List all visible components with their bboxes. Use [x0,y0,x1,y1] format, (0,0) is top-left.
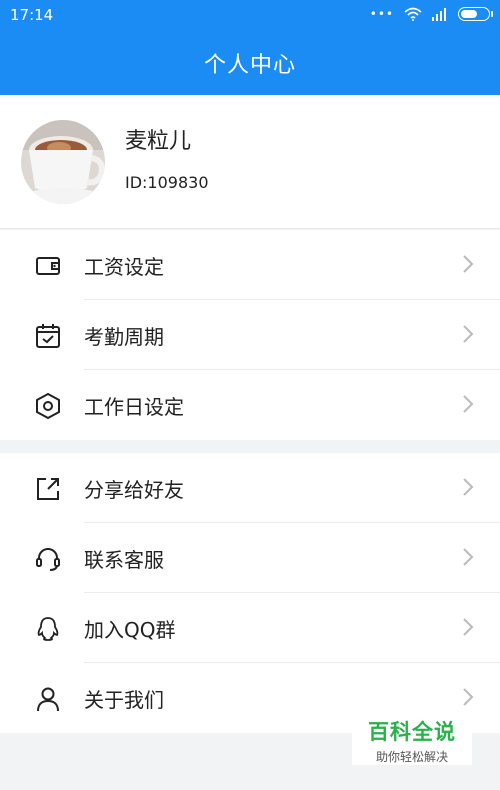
menu-item-label: 加入QQ群 [84,617,176,642]
coffee-cup-image [21,120,105,204]
avatar[interactable] [21,120,105,204]
profile-id: ID:109830 [125,173,209,192]
menu-item-attendance[interactable]: 考勤周期 [0,300,500,370]
settings-group: 工资设定 考勤周期 工作日设定 [0,230,500,440]
menu-item-qq-group[interactable]: 加入QQ群 [0,593,500,663]
watermark-title: 百科全说 [368,720,456,744]
qq-icon [37,617,59,641]
menu-item-share[interactable]: 分享给好友 [0,453,500,523]
chevron-right-icon [463,548,474,566]
wifi-icon [404,7,422,21]
watermark-subtitle: 助你轻松解决 [375,750,448,764]
menu-item-label: 关于我们 [84,687,164,712]
support-group: 分享给好友 联系客服 加入QQ群 关于我们 [0,453,500,733]
menu-item-label: 分享给好友 [84,477,184,502]
menu-item-label: 联系客服 [84,547,164,572]
share-icon [37,478,59,500]
status-time: 17:14 [10,6,54,24]
menu-item-label: 工作日设定 [84,394,184,419]
menu-item-label: 工资设定 [84,254,164,279]
title-bar: 个人中心 [0,30,500,95]
wallet-icon [36,257,60,275]
signal-icon [432,8,446,21]
menu-item-salary[interactable]: 工资设定 [0,230,500,300]
menu-item-workday[interactable]: 工作日设定 [0,370,500,440]
headset-icon [36,548,60,571]
status-icons: ••• [369,7,493,21]
chevron-right-icon [463,325,474,343]
chevron-right-icon [463,618,474,636]
hexagon-settings-icon [36,392,60,420]
menu-item-customer-service[interactable]: 联系客服 [0,523,500,593]
page-title: 个人中心 [203,52,296,78]
profile-name: 麦粒儿 [125,129,192,154]
user-icon [37,687,59,712]
dots-icon: ••• [369,7,394,21]
status-bar: 17:14 ••• [0,0,500,30]
watermark: 百科全说 助你轻松解决 [352,713,472,765]
profile-card[interactable]: 麦粒儿 ID:109830 [0,95,500,229]
calendar-check-icon [36,324,60,348]
chevron-right-icon [463,255,474,273]
chevron-right-icon [463,478,474,496]
chevron-right-icon [463,395,474,413]
battery-icon [458,7,493,21]
chevron-right-icon [463,688,474,706]
menu-item-label: 考勤周期 [84,324,164,349]
